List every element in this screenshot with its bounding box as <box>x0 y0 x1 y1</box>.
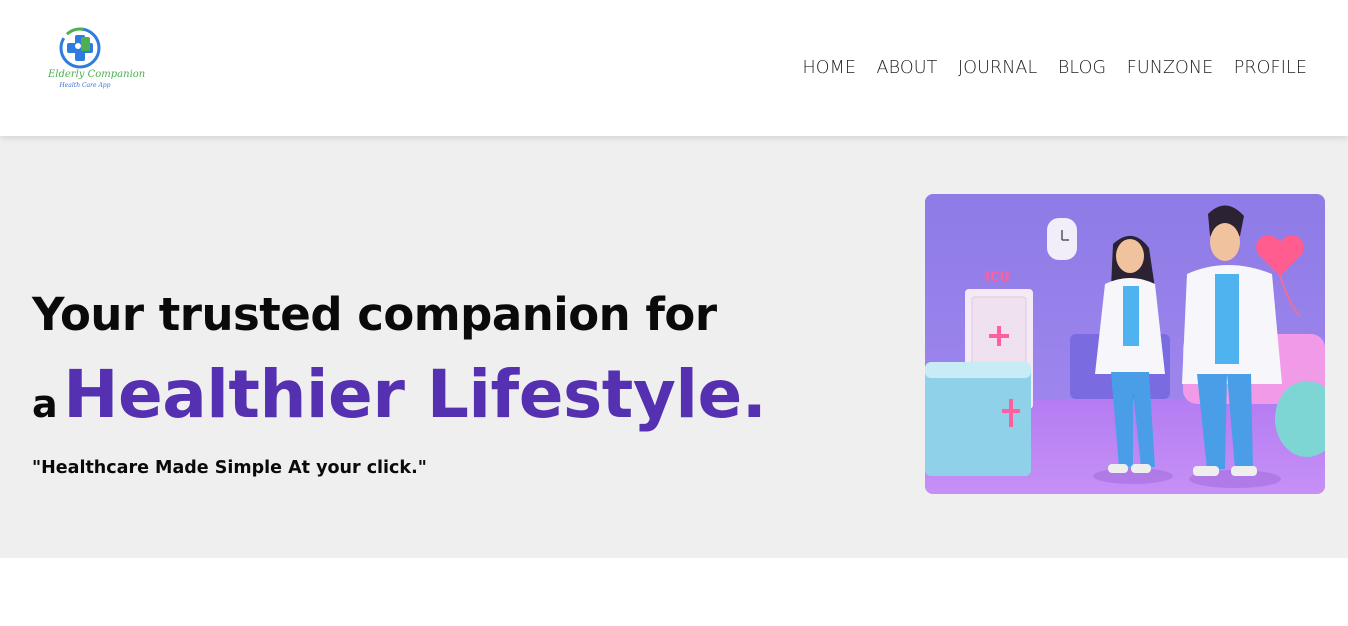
nav-funzone[interactable]: FUNZONE <box>1127 58 1214 78</box>
nav-home[interactable]: HOME <box>803 58 857 78</box>
hero-headline-prefix: a <box>32 382 58 426</box>
hero-headline-line2: a Healthier Lifestyle. <box>32 356 767 433</box>
brand-name: Elderly Companion <box>48 69 146 80</box>
doctors-illustration-icon: ICU <box>925 194 1325 494</box>
brand-tagline: Health Care App <box>59 82 111 89</box>
site-header: Elderly Companion Health Care App HOME A… <box>0 0 1348 136</box>
nav-profile[interactable]: PROFILE <box>1234 58 1307 78</box>
page-below-fold <box>0 558 1348 626</box>
medical-cross-logo-icon <box>59 27 101 69</box>
brand-logo[interactable]: Elderly Companion Health Care App <box>48 26 146 94</box>
main-nav: HOME ABOUT JOURNAL BLOG FUNZONE PROFILE <box>782 58 1307 78</box>
nav-blog[interactable]: BLOG <box>1058 58 1106 78</box>
hero-image: ICU <box>925 194 1325 494</box>
icu-sign: ICU <box>985 270 1010 285</box>
nav-about[interactable]: ABOUT <box>877 58 938 78</box>
hero-section: Your trusted companion for a Healthier L… <box>0 136 1348 558</box>
hero-headline-accent: Healthier Lifestyle. <box>63 356 767 433</box>
nav-journal[interactable]: JOURNAL <box>958 58 1037 78</box>
hero-tagline: "Healthcare Made Simple At your click." <box>32 458 427 478</box>
hero-headline: Your trusted companion for <box>32 288 717 341</box>
